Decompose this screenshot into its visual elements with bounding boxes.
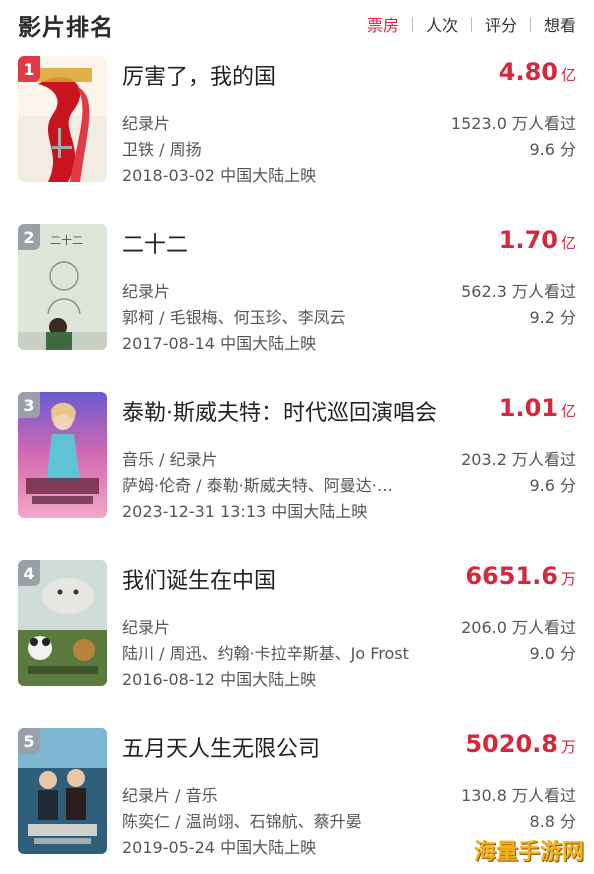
movie-rating: 9.6 分 [529, 140, 576, 159]
box-office-unit: 万 [560, 738, 576, 756]
movie-cast: 陆川 / 周迅、约翰·卡拉辛斯基、Jo Frost [122, 644, 409, 663]
box-office-value: 5020.8 [465, 730, 558, 758]
movie-rating: 8.8 分 [529, 812, 576, 831]
movie-poster[interactable]: 4 [18, 560, 107, 686]
movie-cast: 陈奕仁 / 温尚翊、石锦航、蔡升晏 [122, 812, 362, 831]
tab-rating[interactable]: 评分 [483, 12, 519, 36]
movie-rating: 9.6 分 [529, 476, 576, 495]
movie-release: 2016-08-12 中国大陆上映 [122, 670, 317, 689]
sort-tabs: 票房 人次 评分 想看 [365, 12, 578, 36]
box-office: 1.01 亿 [499, 394, 576, 422]
box-office-value: 4.80 [498, 58, 558, 86]
movie-release: 2023-12-31 13:13 中国大陆上映 [122, 502, 368, 521]
rank-badge: 1 [18, 56, 40, 82]
movie-title[interactable]: 泰勒·斯威夫特：时代巡回演唱会 [122, 395, 437, 427]
movie-release: 2019-05-24 中国大陆上映 [122, 838, 317, 857]
movie-title[interactable]: 二十二 [122, 227, 188, 259]
movie-rating: 9.0 分 [529, 644, 576, 663]
box-office-unit: 亿 [560, 234, 576, 252]
box-office-value: 1.01 [498, 394, 558, 422]
movie-genre: 纪录片 [122, 282, 171, 301]
box-office: 1.70 亿 [499, 226, 576, 254]
movie-title[interactable]: 我们诞生在中国 [122, 563, 276, 595]
movie-item[interactable]: 2 二十二 二十二 1.70 亿 纪录片 郭柯 / 毛银梅、何玉珍、李凤云 201… [0, 224, 594, 392]
rank-badge: 2 [18, 224, 40, 250]
watermark-logo: 海量手游网 [473, 840, 584, 865]
movie-genre: 音乐 / 纪录片 [122, 450, 218, 469]
movie-poster[interactable]: 3 [18, 392, 107, 518]
movie-poster[interactable]: 5 [18, 728, 107, 854]
page-title: 影片排名 [18, 15, 114, 41]
movie-title[interactable]: 厉害了，我的国 [122, 59, 276, 91]
box-office-unit: 亿 [560, 66, 576, 84]
movie-rating: 9.2 分 [529, 308, 576, 327]
tab-divider [529, 16, 531, 32]
box-office: 5020.8 万 [465, 730, 576, 758]
header: 影片排名 票房 人次 评分 想看 [0, 0, 594, 48]
rank-badge: 5 [18, 728, 40, 754]
poster-title-text: 二十二 [50, 233, 83, 247]
viewer-count: 206.0 万人看过 [461, 618, 576, 637]
tab-viewers[interactable]: 人次 [424, 12, 460, 36]
tab-divider [470, 16, 472, 32]
movie-cast: 萨姆·伦奇 / 泰勒·斯威夫特、阿曼达·… [122, 476, 393, 495]
box-office-unit: 万 [560, 570, 576, 588]
movie-release: 2018-03-02 中国大陆上映 [122, 166, 317, 185]
tab-want-to-see[interactable]: 想看 [542, 12, 578, 36]
box-office: 6651.6 万 [465, 562, 576, 590]
viewer-count: 203.2 万人看过 [461, 450, 576, 469]
movie-cast: 郭柯 / 毛银梅、何玉珍、李凤云 [122, 308, 346, 327]
movie-title[interactable]: 五月天人生无限公司 [122, 731, 320, 763]
movie-poster[interactable]: 1 [18, 56, 107, 182]
movie-item[interactable]: 1 厉害了，我的国 4.80 亿 纪录片 卫铁 / 周扬 2018-03-02 中… [0, 56, 594, 224]
movie-genre: 纪录片 [122, 618, 171, 637]
movie-genre: 纪录片 / 音乐 [122, 786, 218, 805]
movie-cast: 卫铁 / 周扬 [122, 140, 202, 159]
movie-release: 2017-08-14 中国大陆上映 [122, 334, 317, 353]
rank-badge: 3 [18, 392, 40, 418]
movie-item[interactable]: 4 我们诞生在中国 6651.6 万 纪录片 陆川 / 周迅、约翰·卡拉辛斯基、J… [0, 560, 594, 728]
box-office-value: 6651.6 [465, 562, 558, 590]
movie-poster[interactable]: 2 二十二 [18, 224, 107, 350]
box-office-value: 1.70 [498, 226, 558, 254]
viewer-count: 562.3 万人看过 [461, 282, 576, 301]
tab-box-office[interactable]: 票房 [365, 12, 401, 36]
box-office: 4.80 亿 [499, 58, 576, 86]
viewer-count: 1523.0 万人看过 [450, 114, 576, 133]
box-office-unit: 亿 [560, 402, 576, 420]
viewer-count: 130.8 万人看过 [461, 786, 576, 805]
movie-item[interactable]: 3 泰勒·斯威夫特：时代巡回演唱会 1.01 亿 音乐 / 纪录片 萨姆·伦奇 /… [0, 392, 594, 560]
rank-badge: 4 [18, 560, 40, 586]
movie-genre: 纪录片 [122, 114, 171, 133]
tab-divider [411, 16, 413, 32]
